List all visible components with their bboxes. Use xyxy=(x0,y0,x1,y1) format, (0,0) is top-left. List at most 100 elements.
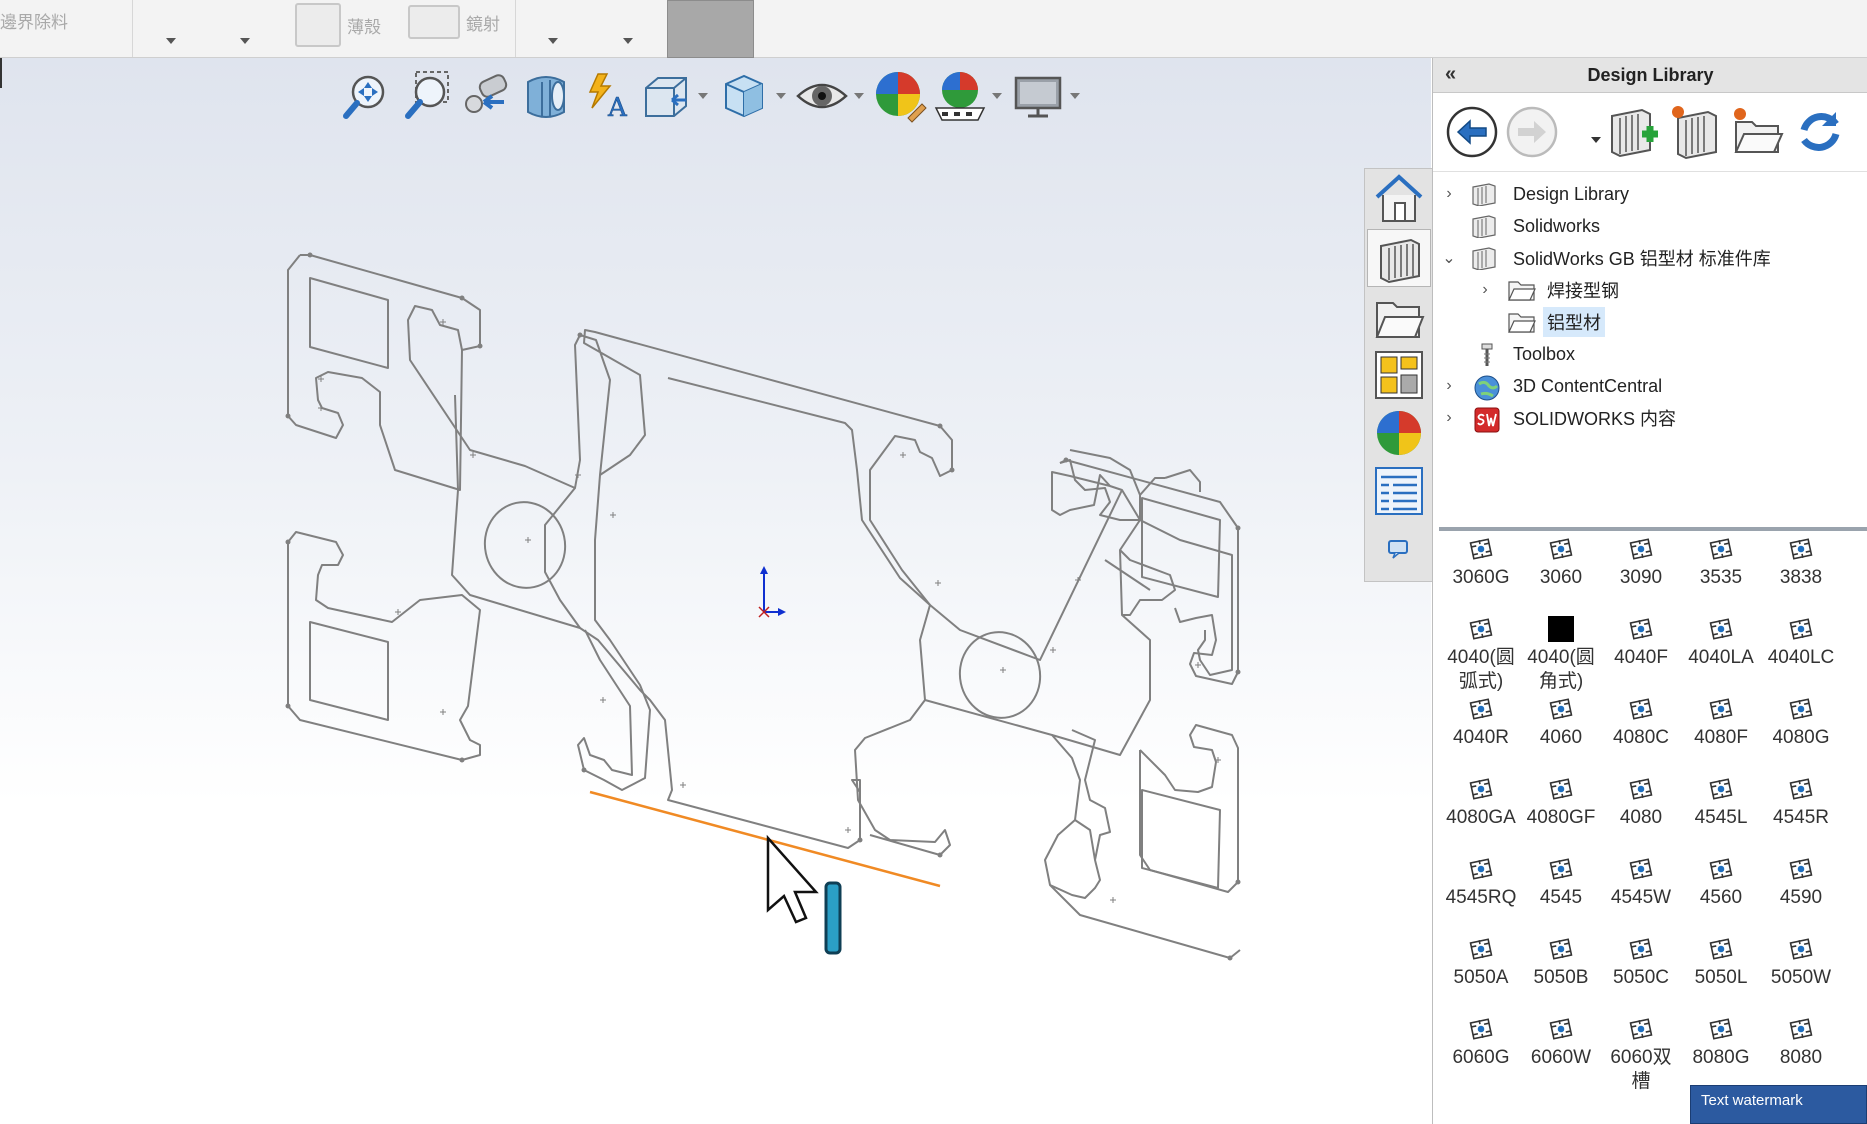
chevron-down-icon[interactable] xyxy=(623,38,633,44)
file-explorer-icon[interactable] xyxy=(1367,289,1431,345)
library-item[interactable]: 4545RQ xyxy=(1441,856,1521,910)
profile-thumbnail-icon xyxy=(1788,776,1814,802)
profile-thumbnail-icon xyxy=(1548,936,1574,962)
library-item-label: 4040LA xyxy=(1688,647,1754,668)
profile-thumbnail-icon xyxy=(1468,696,1494,722)
tree-item-solidworks[interactable]: Solidworks xyxy=(1433,210,1867,242)
profile-thumbnail-icon xyxy=(1708,1016,1734,1042)
create-new-folder-icon[interactable] xyxy=(1729,103,1787,161)
library-item[interactable]: 4590 xyxy=(1761,856,1841,910)
design-library-icon[interactable] xyxy=(1367,229,1431,287)
chevron-down-icon[interactable] xyxy=(166,38,176,44)
library-item-label: 4080G xyxy=(1772,727,1830,748)
tree-item-welded-steel[interactable]: › 焊接型钢 xyxy=(1433,274,1867,306)
ribbon-divider xyxy=(515,0,516,57)
tree-item-gb-aluminum-library[interactable]: ⌄ SolidWorks GB 铝型材 标准件库 xyxy=(1433,242,1867,274)
chevron-right-icon[interactable]: › xyxy=(1439,185,1459,203)
library-item[interactable]: 3838 xyxy=(1761,536,1841,590)
chevron-right-icon[interactable]: › xyxy=(1475,281,1495,299)
library-item[interactable]: 3060 xyxy=(1521,536,1601,590)
library-item-label: 4040R xyxy=(1453,727,1509,748)
chevron-right-icon[interactable]: › xyxy=(1439,409,1459,427)
library-item[interactable]: 5050B xyxy=(1521,936,1601,990)
library-item[interactable]: 8080G xyxy=(1681,1016,1761,1070)
profile-thumbnail-icon xyxy=(1628,1016,1654,1042)
library-item[interactable]: 4060 xyxy=(1521,696,1601,750)
task-pane-tabs xyxy=(1364,168,1434,582)
boundary-cut-button[interactable]: 邊界除料 xyxy=(0,8,68,32)
library-item[interactable]: 4080G xyxy=(1761,696,1841,750)
library-item[interactable]: 4080GF xyxy=(1521,776,1601,830)
library-item[interactable]: 5050C xyxy=(1601,936,1681,990)
design-library-panel: « Design Library › Design Library Solidw… xyxy=(1432,58,1867,1124)
tree-item-solidworks-content[interactable]: › SOLIDWORKS 内容 xyxy=(1433,402,1867,434)
chevron-down-icon[interactable] xyxy=(548,38,558,44)
library-item-label: 5050W xyxy=(1770,967,1832,988)
chevron-down-icon[interactable]: ⌄ xyxy=(1439,248,1459,268)
library-item[interactable]: 3060G xyxy=(1441,536,1521,590)
library-item[interactable]: 4080 xyxy=(1601,776,1681,830)
panel-title: Design Library xyxy=(1587,65,1714,85)
library-item[interactable]: 5050W xyxy=(1761,936,1841,990)
library-item[interactable]: 6060G xyxy=(1441,1016,1521,1070)
profile-thumbnail-icon xyxy=(1708,696,1734,722)
sketch-drawing[interactable] xyxy=(0,58,1364,1058)
tree-item-3d-contentcentral[interactable]: › 3D ContentCentral xyxy=(1433,370,1867,402)
add-file-location-icon[interactable] xyxy=(1667,103,1725,161)
library-item[interactable]: 4545W xyxy=(1601,856,1681,910)
tree-item-label: 焊接型钢 xyxy=(1547,281,1619,301)
library-item-label: 4080GF xyxy=(1526,807,1596,828)
forward-icon[interactable] xyxy=(1503,103,1561,161)
library-item-label: 4560 xyxy=(1699,887,1743,908)
panel-toolbar xyxy=(1433,93,1867,172)
library-item[interactable]: 5050A xyxy=(1441,936,1521,990)
library-item[interactable]: 4080F xyxy=(1681,696,1761,750)
chevron-down-icon[interactable] xyxy=(240,38,250,44)
forum-icon[interactable] xyxy=(1367,521,1431,577)
solidworks-resources-icon[interactable] xyxy=(1367,171,1431,227)
tree-item-aluminum-profiles[interactable]: 铝型材 xyxy=(1433,306,1867,338)
back-icon[interactable] xyxy=(1443,103,1501,161)
shell-button[interactable]: 薄殼 xyxy=(295,2,381,48)
library-item[interactable]: 4545L xyxy=(1681,776,1761,830)
profile-thumbnail-icon xyxy=(1788,1016,1814,1042)
library-item[interactable]: 4040R xyxy=(1441,696,1521,750)
pane-splitter[interactable] xyxy=(1439,527,1867,531)
custom-properties-icon[interactable] xyxy=(1367,463,1431,519)
profile-thumbnail-icon xyxy=(1468,936,1494,962)
library-item[interactable]: 4545 xyxy=(1521,856,1601,910)
library-item[interactable]: 4080GA xyxy=(1441,776,1521,830)
profile-thumbnail-icon xyxy=(1708,536,1734,562)
refresh-icon[interactable] xyxy=(1791,103,1849,161)
library-item[interactable]: 4040LC xyxy=(1761,616,1841,670)
library-item-label: 8080 xyxy=(1779,1047,1823,1068)
appearances-scenes-icon[interactable] xyxy=(1367,405,1431,461)
library-item[interactable]: 4040F xyxy=(1601,616,1681,670)
profile-thumbnail-icon xyxy=(1468,1016,1494,1042)
library-item[interactable]: 6060W xyxy=(1521,1016,1601,1070)
library-item-label: 5050L xyxy=(1694,967,1748,988)
library-item[interactable]: 4080C xyxy=(1601,696,1681,750)
chevron-down-icon[interactable] xyxy=(1591,137,1601,143)
library-item[interactable]: 4040(圆角式) xyxy=(1521,616,1601,694)
library-item[interactable]: 8080 xyxy=(1761,1016,1841,1070)
mirror-label: 鏡射 xyxy=(466,14,500,34)
library-item[interactable]: 6060双槽 xyxy=(1601,1016,1681,1094)
tree-item-design-library[interactable]: › Design Library xyxy=(1433,178,1867,210)
chevron-right-icon[interactable]: › xyxy=(1439,377,1459,395)
library-item-label: 3535 xyxy=(1699,567,1743,588)
mirror-button[interactable]: 鏡射 xyxy=(408,2,500,42)
library-item-label: 3838 xyxy=(1779,567,1823,588)
tree-item-toolbox[interactable]: Toolbox xyxy=(1433,338,1867,370)
library-item[interactable]: 3535 xyxy=(1681,536,1761,590)
library-item[interactable]: 4040LA xyxy=(1681,616,1761,670)
add-to-library-icon[interactable] xyxy=(1605,103,1663,161)
library-item[interactable]: 4040(圆弧式) xyxy=(1441,616,1521,694)
ribbon-placeholder-button[interactable] xyxy=(667,0,754,58)
view-palette-icon[interactable] xyxy=(1367,347,1431,403)
library-item[interactable]: 4545R xyxy=(1761,776,1841,830)
library-item[interactable]: 4560 xyxy=(1681,856,1761,910)
library-item[interactable]: 5050L xyxy=(1681,936,1761,990)
library-item-label: 4590 xyxy=(1779,887,1823,908)
library-item[interactable]: 3090 xyxy=(1601,536,1681,590)
